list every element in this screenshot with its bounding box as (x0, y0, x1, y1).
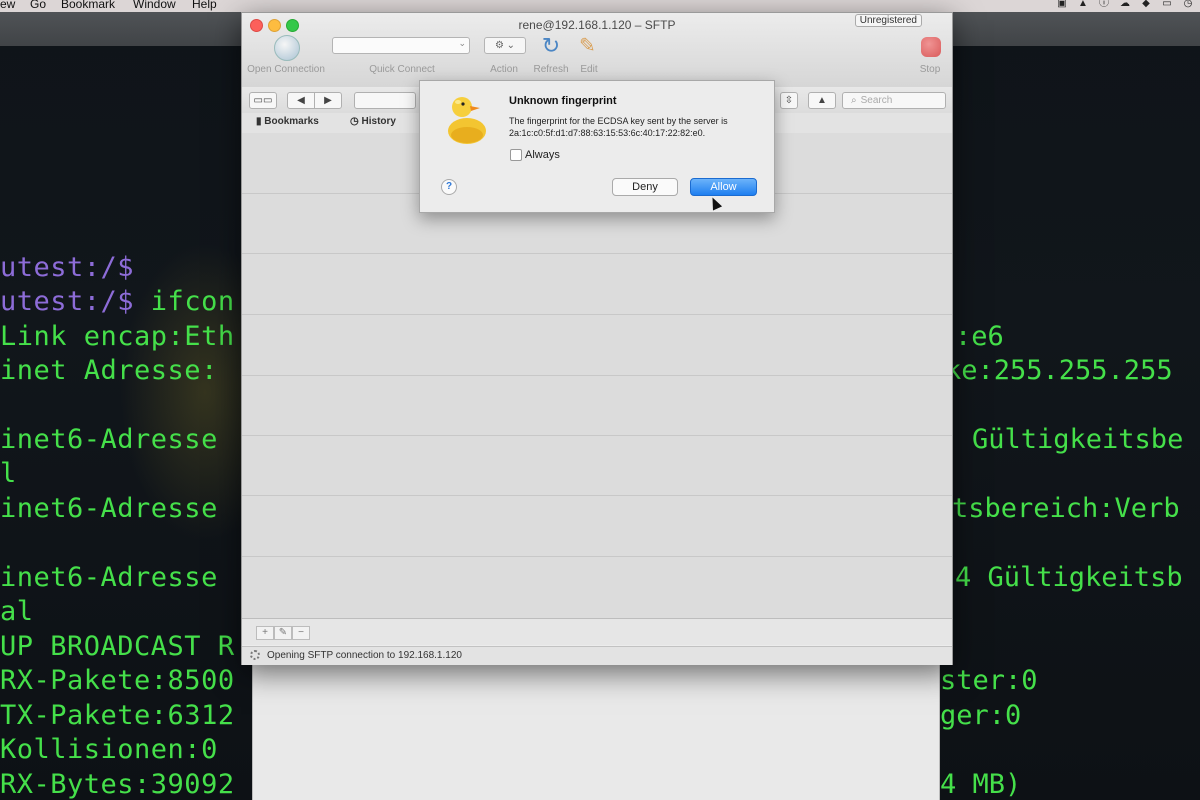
tray-camera-icon[interactable]: ▣ (1056, 0, 1068, 9)
terminal-line: TX-Pakete:6312 (0, 700, 235, 731)
forward-arrow-icon[interactable]: ▶ (314, 92, 342, 109)
menu-window[interactable]: Window (133, 0, 176, 11)
terminal-line: inet6-Adresse (0, 493, 218, 524)
cyberduck-icon (448, 97, 486, 144)
chevron-down-icon: ⌄ (458, 38, 466, 48)
clock-icon: ◷ (350, 116, 362, 127)
status-bar: Opening SFTP connection to 192.168.1.120 (242, 646, 952, 665)
dialog-title: Unknown fingerprint (509, 95, 617, 107)
terminal-line: Kollisionen:0 (0, 734, 218, 765)
terminal-line-right: Gültigkeitsbe (972, 424, 1184, 455)
menu-help[interactable]: Help (192, 0, 217, 11)
terminal-line-right: 4 MB) (940, 769, 1022, 800)
terminal-line: RX-Bytes:39092 (0, 769, 235, 800)
tray-info-icon[interactable]: ⓘ (1098, 0, 1110, 9)
tray-cloud-icon[interactable]: ☁ (1119, 0, 1131, 9)
terminal-line: l (0, 458, 17, 489)
path-popup[interactable] (354, 92, 416, 109)
terminal-line: al (0, 596, 34, 627)
allow-button[interactable]: Allow (690, 178, 757, 196)
gear-icon[interactable]: ⚙ ⌄ (484, 37, 526, 54)
terminal-line: utest:/$ ifcon (0, 286, 235, 317)
terminal-line-right: ster:0 (940, 665, 1038, 696)
spinner-icon (250, 650, 260, 660)
list-row[interactable] (242, 496, 952, 557)
terminal-line: UP BROADCAST R (0, 631, 235, 662)
tray-dropbox-icon[interactable]: ◆ (1140, 0, 1152, 9)
tab-history[interactable]: ◷ History (350, 116, 396, 127)
list-row[interactable] (242, 315, 952, 376)
back-arrow-icon[interactable]: ◀ (287, 92, 315, 109)
list-row[interactable] (242, 435, 952, 496)
status-tray: ▣ ▲ ⓘ ☁ ◆ ▭ ◷ (1056, 0, 1194, 11)
terminal-line: inet6-Adresse (0, 562, 218, 593)
terminal-line: Link encap:Eth (0, 321, 235, 352)
refresh-icon: ↻ (541, 33, 561, 58)
terminal-line: utest:/$ (0, 252, 134, 283)
tray-display-icon[interactable]: ▭ (1161, 0, 1173, 9)
tray-gdrive-icon[interactable]: ▲ (1077, 0, 1089, 9)
action-label: Action (490, 64, 518, 75)
menu-bookmark[interactable]: Bookmark (61, 0, 115, 11)
stop-icon (921, 37, 941, 57)
terminal-line: RX-Pakete:8500 (0, 665, 235, 696)
menu-view[interactable]: ew (0, 0, 15, 11)
quick-connect-field[interactable]: ⌄ (332, 37, 470, 54)
search-input[interactable]: ⌕ Search (842, 92, 946, 109)
quick-connect-label: Quick Connect (369, 64, 435, 75)
window-title: rene@192.168.1.120 – SFTP (518, 18, 676, 32)
help-button[interactable]: ? (441, 179, 457, 195)
pencil-icon: ✎ (579, 35, 596, 57)
terminal-line-right: tsbereich:Verb (952, 493, 1180, 524)
terminal-line: inet6-Adresse (0, 424, 218, 455)
dialog-message: The fingerprint for the ECDSA key sent b… (509, 116, 728, 138)
book-icon[interactable]: ▭▭ (249, 92, 277, 109)
list-row[interactable] (242, 375, 952, 436)
background-window-panel (252, 663, 940, 800)
terminal-line-right: :e6 (955, 321, 1004, 352)
terminal-line-right: ke:255.255.255 (945, 355, 1173, 386)
search-icon: ⌕ (851, 95, 857, 106)
list-row[interactable] (242, 254, 952, 315)
terminal-line-right: ger:0 (940, 700, 1022, 731)
fingerprint-dialog: Unknown fingerprint The fingerprint for … (419, 80, 775, 213)
deny-button[interactable]: Deny (612, 178, 678, 196)
prompt-text: utest:/$ (0, 252, 135, 283)
menu-go[interactable]: Go (30, 0, 46, 11)
search-placeholder: Search (860, 95, 893, 106)
parent-folder-icon[interactable]: ▲ (808, 92, 836, 109)
unregistered-badge[interactable]: Unregistered (854, 14, 922, 27)
always-checkbox[interactable] (510, 149, 522, 161)
tray-timemachine-icon[interactable]: ◷ (1182, 0, 1194, 9)
tab-bookmarks[interactable]: ▮ Bookmarks (256, 116, 319, 127)
terminal-line-right: 4 Gültigkeitsb (955, 562, 1183, 593)
bottom-action-bar: + ✎ − (242, 618, 952, 645)
edit-pencil-icon[interactable]: ✎ (274, 626, 292, 640)
remove-button[interactable]: − (292, 626, 310, 640)
refresh-label: Refresh (533, 64, 569, 75)
always-label[interactable]: Always (525, 149, 560, 161)
globe-icon (274, 35, 300, 61)
terminal-line: inet Adresse: (0, 355, 218, 386)
window-toolbar: rene@192.168.1.120 – SFTP Unregistered O… (242, 13, 952, 88)
status-text: Opening SFTP connection to 192.168.1.120 (267, 650, 462, 661)
edit-label: Edit (580, 64, 598, 75)
open-connection-label: Open Connection (247, 64, 325, 75)
add-button[interactable]: + (256, 626, 274, 640)
stop-label: Stop (919, 64, 941, 75)
updown-stepper-icon[interactable]: ⇳ (780, 92, 798, 109)
